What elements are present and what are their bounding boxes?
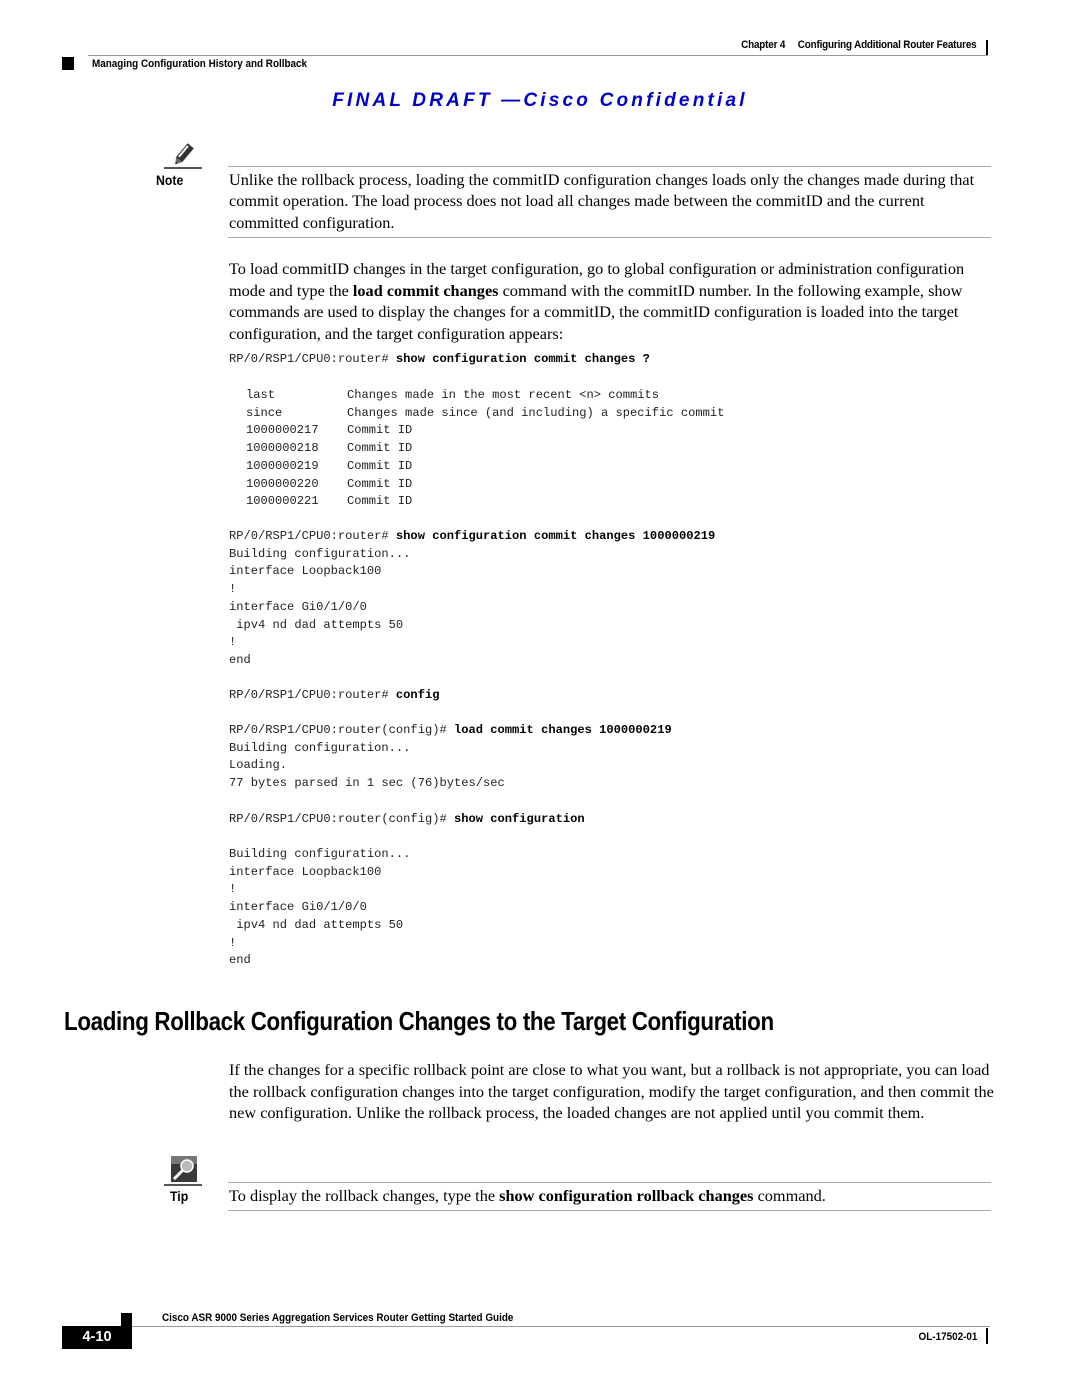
pencil-note-icon (175, 143, 194, 165)
table-row: 1000000220 Commit ID (246, 476, 724, 494)
header-bar-marker (986, 40, 988, 56)
running-header-section: Managing Configuration History and Rollb… (92, 58, 308, 70)
cli-prompt: RP/0/RSP1/CPU0:router(config)# (229, 812, 454, 826)
draft-watermark: FINAL DRAFT —Cisco Confidential (332, 90, 748, 111)
table-row: last Changes made in the most recent <n> … (246, 387, 724, 405)
running-header-chapter: Chapter 4 Configuring Additional Router F… (740, 39, 977, 51)
tip-label: Tip (170, 1188, 189, 1204)
note-top-rule (228, 166, 991, 167)
tip-text-after: command. (753, 1186, 826, 1205)
code-show-commit-changes-output: RP/0/RSP1/CPU0:router# show configuratio… (229, 528, 715, 670)
help-key: 1000000221 (246, 494, 319, 509)
help-desc: Commit ID (347, 476, 413, 491)
cli-output: Building configuration... Loading. 77 by… (229, 740, 505, 791)
magnifier-tip-icon (171, 1156, 197, 1182)
document-number: OL-17502-01 (918, 1331, 977, 1343)
cli-command: config (395, 688, 440, 702)
cli-prompt: RP/0/RSP1/CPU0:router# (229, 352, 396, 366)
cli-prompt: RP/0/RSP1/CPU0:router# (229, 688, 396, 702)
help-key: 1000000217 (246, 423, 319, 438)
table-row: since Changes made since (and including) … (246, 405, 724, 423)
code-show-configuration: RP/0/RSP1/CPU0:router(config)# show conf… (229, 811, 585, 829)
table-row: 1000000221 Commit ID (246, 493, 724, 511)
cli-prompt: RP/0/RSP1/CPU0:router(config)# (229, 723, 454, 737)
chapter-number: Chapter 4 (740, 39, 785, 51)
code-config: RP/0/RSP1/CPU0:router# config (229, 687, 439, 705)
section-paragraph: If the changes for a specific rollback p… (229, 1060, 994, 1122)
table-row: 1000000219 Commit ID (246, 458, 724, 476)
cli-command: show configuration commit changes ? (395, 352, 650, 366)
cli-help-table: last Changes made in the most recent <n> … (246, 387, 724, 511)
intro-paragraph: To load commitID changes in the target c… (229, 258, 999, 344)
help-desc: Commit ID (347, 458, 413, 473)
footer-rule (132, 1326, 990, 1327)
help-key: since (246, 405, 283, 420)
help-key: last (246, 388, 276, 402)
code-show-commit-changes-help: RP/0/RSP1/CPU0:router# show configuratio… (229, 351, 650, 369)
help-desc: Commit ID (347, 423, 413, 438)
chapter-title: Configuring Additional Router Features (797, 39, 976, 51)
tip-icon-underline (164, 1184, 202, 1186)
tip-text: To display the rollback changes, type th… (229, 1185, 993, 1206)
section-heading: Loading Rollback Configuration Changes t… (64, 1006, 774, 1036)
tip-top-rule (228, 1182, 991, 1183)
note-text: Unlike the rollback process, loading the… (229, 170, 975, 232)
page-number: 4-10 (62, 1326, 132, 1349)
footer-bar-marker (986, 1328, 988, 1344)
help-desc: Changes made in the most recent <n> comm… (347, 388, 660, 402)
cli-command: load commit changes 1000000219 (453, 723, 672, 737)
help-key: 1000000219 (246, 458, 319, 473)
intro-command: load commit changes (352, 280, 499, 300)
note-label: Note (156, 172, 184, 188)
header-rule (88, 55, 988, 56)
cli-prompt: RP/0/RSP1/CPU0:router# (229, 529, 396, 543)
header-square-marker (62, 57, 74, 70)
help-desc: Changes made since (and including) a spe… (347, 405, 725, 420)
footer-square-marker (121, 1313, 132, 1326)
cli-output: Building configuration... interface Loop… (229, 546, 411, 667)
table-row: 1000000218 Commit ID (246, 440, 724, 458)
tip-bottom-rule (228, 1210, 991, 1211)
cli-command: show configuration (453, 812, 585, 826)
table-row: 1000000217 Commit ID (246, 422, 724, 440)
tip-text-before: To display the rollback changes, type th… (229, 1186, 500, 1205)
code-load-commit-changes: RP/0/RSP1/CPU0:router(config)# load comm… (229, 722, 672, 793)
help-key: 1000000218 (246, 441, 319, 456)
footer-guide-title: Cisco ASR 9000 Series Aggregation Servic… (162, 1312, 514, 1324)
help-key: 1000000220 (246, 476, 319, 491)
note-icon-underline (164, 167, 202, 169)
code-show-configuration-output: Building configuration... interface Loop… (229, 847, 411, 968)
help-desc: Commit ID (347, 441, 413, 456)
help-desc: Commit ID (347, 494, 413, 509)
tip-command: show configuration rollback changes (499, 1186, 754, 1205)
cli-command: show configuration commit changes 100000… (395, 529, 716, 543)
note-bottom-rule (228, 237, 991, 238)
